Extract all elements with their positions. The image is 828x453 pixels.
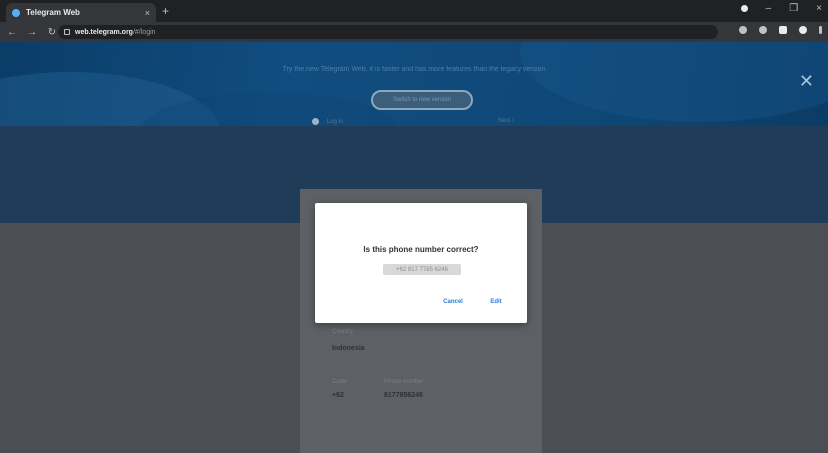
- account-avatar-icon[interactable]: [799, 26, 807, 34]
- menu-kebab-icon[interactable]: [819, 26, 822, 34]
- extensions-puzzle-icon[interactable]: [779, 26, 787, 34]
- back-arrow-icon[interactable]: ←: [4, 27, 20, 38]
- telegram-favicon-icon: [12, 8, 20, 17]
- toolbar-actions: [739, 26, 822, 34]
- banner-close-icon[interactable]: ✕: [799, 72, 814, 90]
- dialog-phone-number: +62 817 7785 6246: [383, 264, 461, 275]
- banner-text: Try the new Telegram Web, it is faster a…: [282, 66, 548, 73]
- browser-tab-bar: Telegram Web × + – ❐ ×: [0, 0, 828, 22]
- browser-toolbar: ← → ↻ web.telegram.org /#/login: [0, 22, 828, 42]
- new-tab-button[interactable]: +: [162, 4, 169, 18]
- login-step-indicator: Log in: [312, 118, 343, 125]
- extension-icon[interactable]: [739, 26, 747, 34]
- browser-tab[interactable]: Telegram Web ×: [6, 3, 156, 22]
- left-background: [0, 223, 300, 453]
- tab-close-icon[interactable]: ×: [145, 8, 150, 18]
- promo-banner: Try the new Telegram Web, it is faster a…: [0, 42, 828, 126]
- cancel-button[interactable]: Cancel: [435, 296, 471, 307]
- confirm-phone-dialog: Is this phone number correct? +62 817 77…: [315, 203, 527, 323]
- step-label: Log in: [327, 118, 344, 125]
- lock-icon[interactable]: [64, 29, 70, 35]
- switch-version-button[interactable]: Switch to new version: [371, 90, 473, 110]
- minimize-button[interactable]: –: [766, 3, 772, 14]
- dialog-title: Is this phone number correct?: [363, 245, 479, 254]
- next-button[interactable]: Next ›: [498, 118, 514, 124]
- code-field[interactable]: +62: [332, 392, 344, 399]
- address-bar[interactable]: web.telegram.org /#/login: [58, 25, 718, 39]
- close-window-button[interactable]: ×: [816, 3, 822, 14]
- phone-label: Phone number: [384, 379, 424, 385]
- profile-icon[interactable]: [740, 5, 748, 12]
- code-label: Code: [332, 379, 347, 385]
- window-controls: – ❐ ×: [740, 3, 822, 14]
- tab-title: Telegram Web: [26, 8, 80, 17]
- bookmark-star-icon[interactable]: [759, 26, 767, 34]
- page-content: Try the new Telegram Web, it is faster a…: [0, 42, 828, 453]
- forward-arrow-icon[interactable]: →: [24, 27, 40, 38]
- country-select[interactable]: Indonesia: [332, 345, 365, 352]
- country-label: Country: [332, 329, 354, 335]
- url-host: web.telegram.org: [75, 28, 133, 36]
- telegram-logo-icon: [312, 118, 319, 125]
- right-background: [542, 223, 828, 453]
- edit-button[interactable]: Edit: [486, 296, 506, 307]
- maximize-button[interactable]: ❐: [789, 3, 798, 14]
- url-path: /#/login: [132, 28, 156, 36]
- phone-field[interactable]: 8177856246: [384, 392, 423, 399]
